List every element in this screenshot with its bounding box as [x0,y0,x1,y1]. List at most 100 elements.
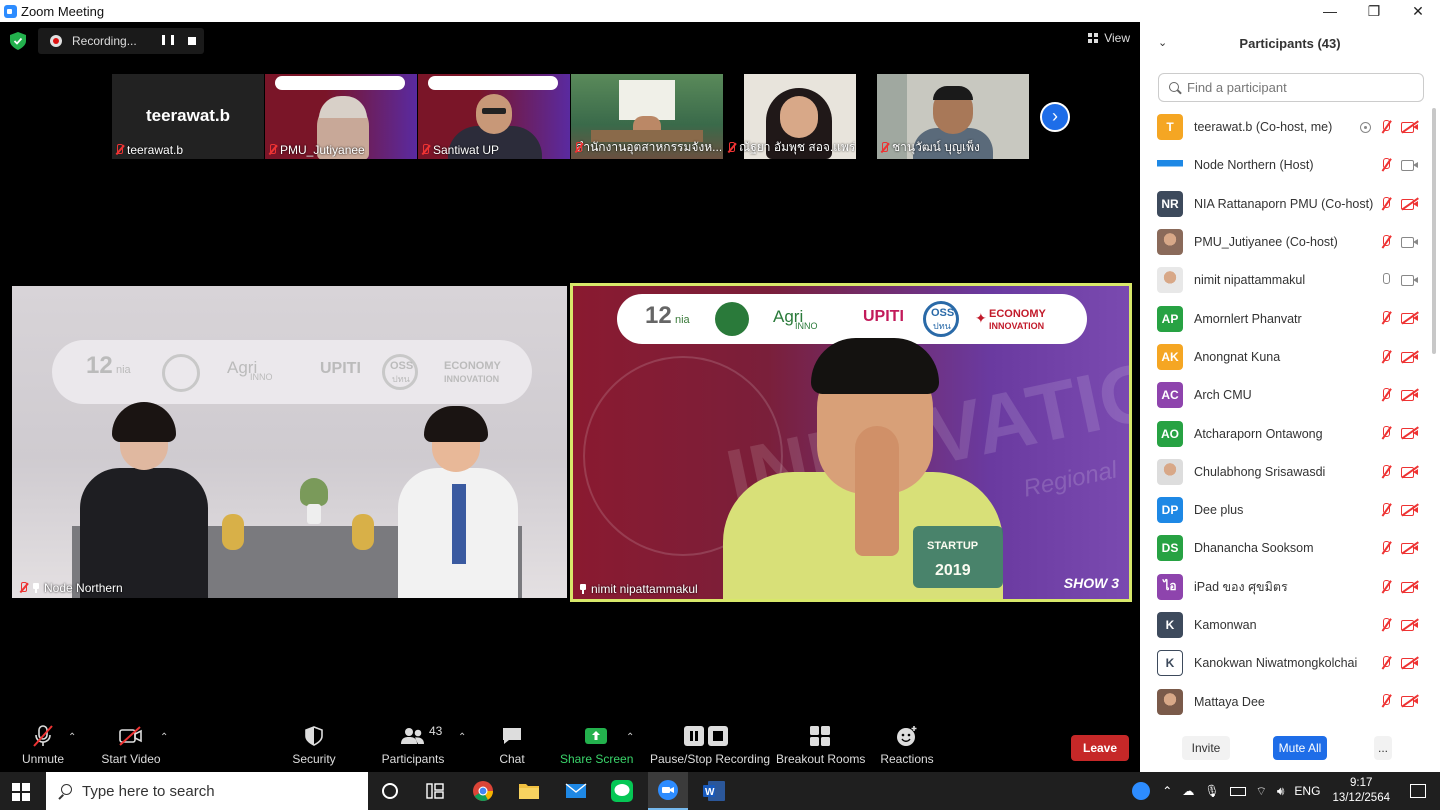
muted-microphone-icon[interactable] [1379,157,1393,173]
muted-microphone-icon[interactable] [1379,579,1393,595]
microphone-tray-icon[interactable]: 🎙︎ [1204,784,1219,798]
share-options-chevron-icon[interactable]: ⌃ [626,732,634,743]
participants-options-chevron-icon[interactable]: ⌃ [458,732,466,743]
thumbnail-tile[interactable]: สำนักงานอุตสาหกรรมจังห... [571,74,723,159]
video-tile-node-northern[interactable]: 12 nia Agri INNO UPITI OSS ปทน ECONOMY I… [12,286,567,598]
cortana-icon[interactable] [378,779,402,803]
word-icon[interactable]: W [702,779,726,803]
participant-row[interactable]: ไอ iPad ของ ศุขมิตร [1140,568,1430,606]
muted-microphone-icon[interactable] [1379,196,1393,212]
language-indicator[interactable]: ENG [1294,784,1320,798]
video-off-icon[interactable] [1401,196,1419,210]
muted-microphone-icon[interactable] [1379,425,1393,441]
pause-recording-icon[interactable] [162,35,174,47]
thumbnail-tile[interactable]: PMU_Jutiyanee [265,74,417,159]
breakout-rooms-button[interactable]: Breakout Rooms [776,722,865,766]
video-camera-icon[interactable] [1401,274,1418,287]
participant-row[interactable]: AC Arch CMU [1140,376,1430,414]
participant-row[interactable]: DP Dee plus [1140,491,1430,529]
video-off-icon[interactable] [1401,350,1419,363]
video-off-icon[interactable] [1401,694,1419,708]
reactions-button[interactable]: Reactions [880,722,934,766]
mute-all-button[interactable]: Mute All [1273,736,1327,760]
show-hidden-icons-chevron-icon[interactable]: ⌃ [1162,784,1172,798]
zoom-icon[interactable] [648,772,688,810]
pause-stop-recording-button[interactable]: Pause/Stop Recording [650,722,770,766]
participant-row[interactable]: Mattaya Dee [1140,682,1430,720]
microphone-icon[interactable] [1379,272,1393,288]
invite-button[interactable]: Invite [1182,736,1230,760]
muted-microphone-icon[interactable] [1379,655,1393,671]
video-off-icon[interactable] [1401,465,1419,478]
muted-microphone-icon[interactable] [1379,119,1393,135]
file-explorer-icon[interactable] [517,779,541,803]
participant-row[interactable]: AO Atcharaporn Ontawong [1140,414,1430,452]
restore-button[interactable]: ❐ [1352,0,1396,22]
leave-button[interactable]: Leave [1071,735,1129,761]
chat-button[interactable]: Chat [492,722,532,766]
video-camera-icon[interactable] [1401,236,1418,248]
participant-row[interactable]: AP Amornlert Phanvatr [1140,299,1430,337]
line-icon[interactable] [610,779,634,803]
help-icon[interactable] [1132,782,1151,800]
video-off-icon[interactable] [1401,541,1419,555]
encryption-shield-icon[interactable] [10,32,26,50]
notifications-icon[interactable] [1410,784,1426,798]
windows-start-icon[interactable] [12,783,30,801]
video-camera-icon[interactable] [1401,159,1418,172]
mail-icon[interactable] [564,779,588,803]
participant-row[interactable]: Node Northern (Host) [1140,146,1430,184]
start-video-button[interactable]: Start Video [100,722,162,766]
thumbnail-tile[interactable]: ณัฐยา อัมพุช สอจ.แพร่ [724,74,876,159]
participants-button[interactable]: 43 Participants [380,722,446,766]
participant-row[interactable]: PMU_Jutiyanee (Co-host) [1140,223,1430,261]
share-screen-button[interactable]: Share Screen [560,722,633,766]
close-button[interactable]: ✕ [1396,0,1440,22]
battery-icon[interactable] [1229,786,1246,796]
cloud-icon[interactable]: ☁ [1182,784,1194,798]
participant-row[interactable]: nimit nipattammakul [1140,261,1430,299]
unmute-button[interactable]: Unmute [18,722,68,766]
security-button[interactable]: Security [290,722,338,766]
video-options-chevron-icon[interactable]: ⌃ [160,732,168,743]
thumbnail-tile[interactable]: Santiwat UP [418,74,570,159]
muted-microphone-icon[interactable] [1379,617,1393,633]
taskbar-search-input[interactable]: Type here to search [46,772,368,810]
participant-row[interactable]: AK Anongnat Kuna [1140,338,1430,376]
participant-row[interactable]: Chulabhong Srisawasdi [1140,453,1430,491]
clock[interactable]: 9:17 13/12/2564 [1332,776,1390,806]
muted-microphone-icon[interactable] [1379,540,1393,556]
stop-recording-icon[interactable] [188,37,196,45]
muted-microphone-icon[interactable] [1379,464,1393,480]
video-off-icon[interactable] [1401,579,1419,593]
video-off-icon[interactable] [1401,120,1419,134]
muted-microphone-icon[interactable] [1379,234,1393,250]
more-options-button[interactable]: ... [1374,736,1392,760]
participant-row[interactable]: Tteerawat.b (Co-host, me) [1140,108,1430,146]
chrome-icon[interactable] [471,779,495,803]
participant-row[interactable]: K Kanokwan Niwatmongkolchai [1140,644,1430,682]
volume-icon[interactable]: 🔊︎ [1277,784,1285,799]
muted-microphone-icon[interactable] [1379,502,1393,518]
task-view-icon[interactable] [423,779,447,803]
video-off-icon[interactable] [1401,503,1419,517]
muted-microphone-icon[interactable] [1379,693,1393,709]
participant-row[interactable]: NR NIA Rattanaporn PMU (Co-host) [1140,185,1430,223]
video-off-icon[interactable] [1401,426,1419,440]
muted-microphone-icon[interactable] [1379,310,1393,326]
video-off-icon[interactable] [1401,656,1419,670]
next-page-arrow-icon[interactable]: › [1040,102,1070,132]
wifi-icon[interactable]: ⌔ [1256,784,1267,799]
video-off-icon[interactable] [1401,618,1419,631]
minimize-button[interactable]: — [1308,0,1352,22]
muted-microphone-icon[interactable] [1379,349,1393,365]
participant-row[interactable]: K Kamonwan [1140,606,1430,644]
audio-options-chevron-icon[interactable]: ⌃ [68,732,76,743]
thumbnail-tile[interactable]: ชานุวัฒน์ บุญเพ็ง [877,74,1029,159]
view-button[interactable]: View [1088,31,1130,45]
video-off-icon[interactable] [1401,388,1419,402]
find-participant-input[interactable]: Find a participant [1158,73,1424,102]
participant-row[interactable]: DS Dhanancha Sooksom [1140,529,1430,567]
participant-list-scrollbar[interactable] [1432,108,1436,354]
muted-microphone-icon[interactable] [1379,387,1393,403]
